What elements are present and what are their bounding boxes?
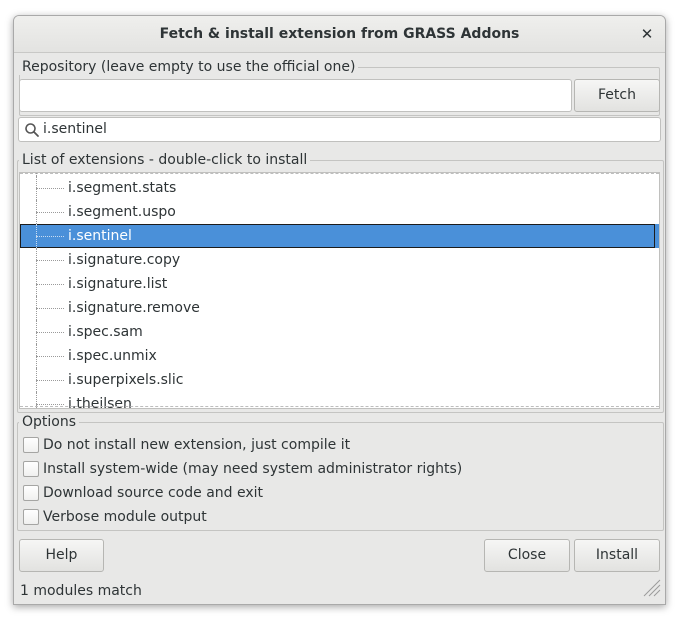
- list-item-label: i.sentinel: [68, 228, 132, 244]
- window-title: Fetch & install extension from GRASS Add…: [159, 26, 520, 42]
- list-item-label: i.segment.stats: [68, 180, 177, 196]
- system-wide-checkbox[interactable]: [23, 461, 39, 477]
- list-item-selected[interactable]: i.sentinel: [20, 224, 659, 248]
- repository-url-input[interactable]: [19, 79, 572, 112]
- verbose-label: Verbose module output: [43, 509, 207, 525]
- download-source-label: Download source code and exit: [43, 485, 264, 501]
- tree-branch: [36, 356, 64, 357]
- close-button[interactable]: Close: [484, 539, 570, 572]
- list-item[interactable]: i.signature.copy: [20, 248, 659, 272]
- tree-branch: [36, 404, 64, 405]
- options-group-label: Options: [19, 414, 80, 430]
- close-window-icon[interactable]: ✕: [637, 24, 657, 44]
- extensions-group-label: List of extensions - double-click to ins…: [19, 152, 311, 168]
- extensions-tree[interactable]: i.segment.stats i.segment.uspo i.sentine…: [19, 172, 660, 409]
- list-item[interactable]: i.spec.unmix: [20, 344, 659, 368]
- fetch-button[interactable]: Fetch: [574, 79, 660, 112]
- tree-branch: [36, 188, 64, 189]
- status-text: 1 modules match: [20, 583, 142, 599]
- tree-branch: [36, 260, 64, 261]
- search-icon: [24, 122, 40, 138]
- compile-only-checkbox[interactable]: [23, 437, 39, 453]
- resize-grip-icon[interactable]: [641, 577, 661, 601]
- list-item-label: i.signature.list: [68, 276, 168, 292]
- install-button[interactable]: Install: [574, 539, 660, 572]
- list-item-label: i.spec.sam: [68, 324, 143, 340]
- list-bottom-edge: [20, 406, 659, 407]
- dialog-window: Fetch & install extension from GRASS Add…: [13, 15, 666, 605]
- search-value: i.sentinel: [43, 121, 107, 137]
- list-item-label: i.signature.copy: [68, 252, 181, 268]
- tree-branch: [36, 380, 64, 381]
- tree-branch: [36, 308, 64, 309]
- list-item[interactable]: i.segment.stats: [20, 176, 659, 200]
- tree-branch: [36, 212, 64, 213]
- list-item[interactable]: i.superpixels.slic: [20, 368, 659, 392]
- list-item-label: i.segment.uspo: [68, 204, 176, 220]
- list-item[interactable]: i.signature.list: [20, 272, 659, 296]
- help-button[interactable]: Help: [19, 539, 104, 572]
- system-wide-label: Install system-wide (may need system adm…: [43, 461, 463, 477]
- list-item[interactable]: i.segment.uspo: [20, 200, 659, 224]
- compile-only-label: Do not install new extension, just compi…: [43, 437, 351, 453]
- list-item[interactable]: i.signature.remove: [20, 296, 659, 320]
- search-input[interactable]: i.sentinel: [18, 117, 661, 142]
- download-source-checkbox[interactable]: [23, 485, 39, 501]
- list-item-label: i.signature.remove: [68, 300, 200, 316]
- title-bar[interactable]: Fetch & install extension from GRASS Add…: [14, 16, 665, 53]
- verbose-checkbox[interactable]: [23, 509, 39, 525]
- repository-group-label: Repository (leave empty to use the offic…: [19, 59, 359, 75]
- list-item[interactable]: i.spec.sam: [20, 320, 659, 344]
- list-item-label: i.spec.unmix: [68, 348, 157, 364]
- list-item-label: i.superpixels.slic: [68, 372, 184, 388]
- tree-branch: [36, 332, 64, 333]
- tree-branch: [36, 236, 64, 237]
- tree-branch: [36, 284, 64, 285]
